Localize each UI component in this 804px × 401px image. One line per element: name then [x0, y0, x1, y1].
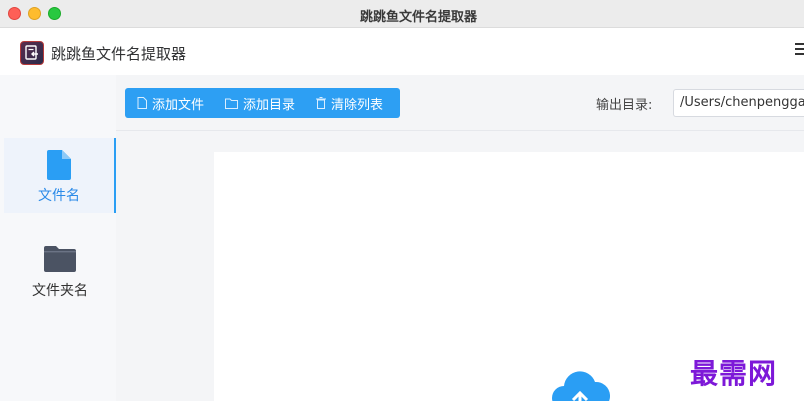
folder-outline-icon	[225, 98, 239, 109]
add-file-button[interactable]: 添加文件	[125, 88, 213, 118]
add-file-label: 添加文件	[152, 97, 205, 113]
toolbar: 添加文件 添加目录 清除列表 输出目录: /Users/chenpengga	[116, 75, 804, 131]
watermark-text: 最需网	[690, 357, 778, 390]
trash-icon	[316, 97, 327, 109]
window-title: 跳跳鱼文件名提取器	[360, 10, 478, 25]
add-directory-button[interactable]: 添加目录	[213, 88, 304, 118]
sidebar: 文件名 文件夹名	[0, 75, 116, 401]
output-directory-input[interactable]: /Users/chenpengga	[673, 89, 804, 117]
app-logo-icon	[20, 41, 44, 65]
add-directory-label: 添加目录	[243, 97, 296, 113]
document-icon	[137, 97, 147, 109]
cloud-upload-icon	[552, 371, 610, 401]
output-directory-label: 输出目录:	[596, 98, 653, 113]
close-window-button[interactable]	[8, 7, 21, 20]
app-header: 跳跳鱼文件名提取器	[0, 29, 804, 75]
sidebar-item-file-name[interactable]: 文件名	[4, 138, 116, 213]
app-window: 跳跳鱼文件名提取器 跳跳鱼文件名提取器 文件名 文件夹名 添加文件 添加目录 清…	[0, 0, 804, 401]
app-name: 跳跳鱼文件名提取器	[51, 45, 187, 63]
sidebar-item-label: 文件名	[38, 188, 80, 204]
action-button-group: 添加文件 添加目录 清除列表	[125, 88, 400, 118]
title-bar[interactable]: 跳跳鱼文件名提取器	[0, 0, 804, 28]
sidebar-item-label: 文件夹名	[32, 283, 88, 299]
folder-icon	[44, 246, 76, 272]
minimize-window-button[interactable]	[28, 7, 41, 20]
clear-list-button[interactable]: 清除列表	[304, 88, 392, 118]
maximize-window-button[interactable]	[48, 7, 61, 20]
menu-icon[interactable]	[795, 43, 804, 57]
file-icon	[47, 150, 71, 180]
clear-list-label: 清除列表	[331, 97, 384, 113]
sidebar-item-folder-name[interactable]: 文件夹名	[4, 245, 116, 305]
